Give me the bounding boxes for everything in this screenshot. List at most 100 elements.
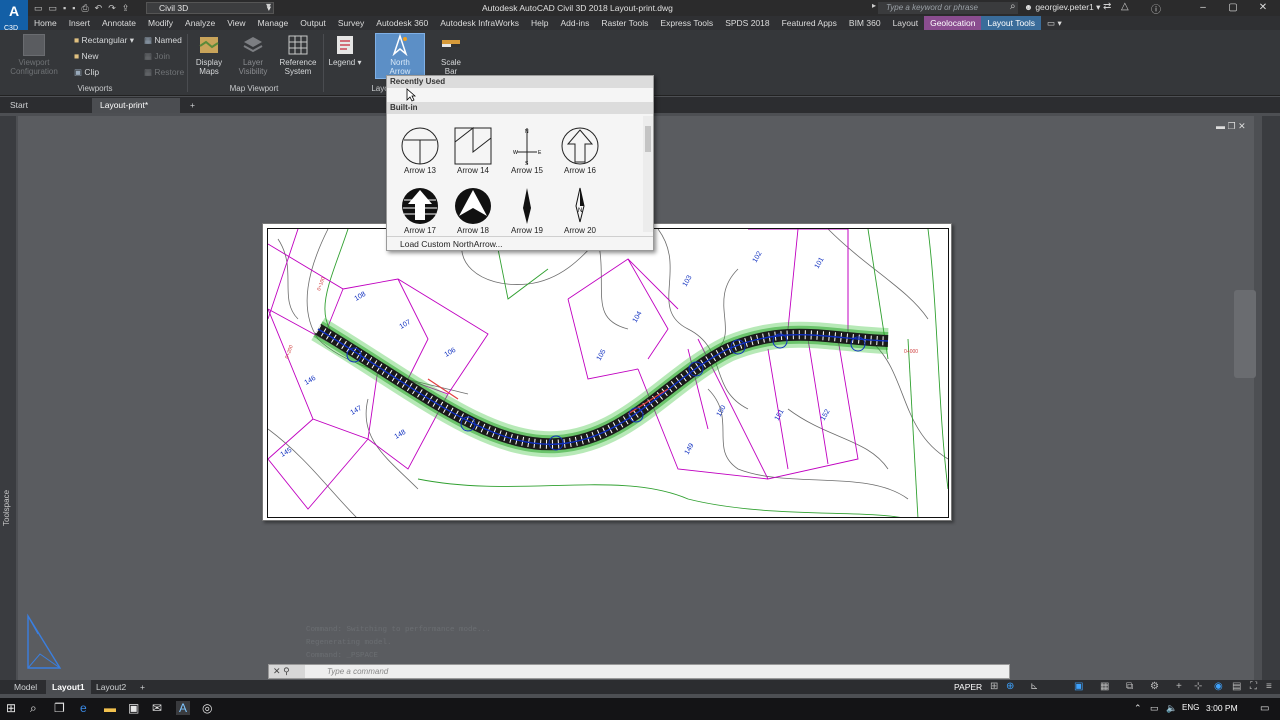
mail-icon[interactable]: ✉ <box>152 701 162 715</box>
tab-layout1[interactable]: Layout1 <box>46 680 91 694</box>
settings-icon[interactable]: ⚙ <box>1150 681 1159 692</box>
share-icon[interactable]: ⇪ <box>122 2 130 14</box>
language-indicator[interactable]: ENG <box>1182 703 1199 712</box>
application-menu-button[interactable]: A C3D <box>0 0 28 32</box>
tab-analyze[interactable]: Analyze <box>179 16 221 30</box>
new-file-icon[interactable]: ▭ <box>34 2 43 14</box>
close-button[interactable]: ✕ <box>1248 0 1278 16</box>
layout-viewport[interactable]: 108 107 106 146 147 148 145 105 104 103 … <box>267 228 949 518</box>
save-icon[interactable]: ▪ <box>63 2 66 14</box>
maximize-button[interactable]: ▢ <box>1218 0 1248 16</box>
tab-layout2[interactable]: Layout2 <box>90 680 132 694</box>
system-clock[interactable]: 3:00 PM <box>1206 703 1238 713</box>
gallery-item-arrow-19[interactable]: Arrow 19 <box>502 186 552 235</box>
restore-viewport-icon[interactable]: ❐ <box>1228 121 1236 131</box>
tab-help[interactable]: Help <box>525 16 554 30</box>
tab-annotate[interactable]: Annotate <box>96 16 142 30</box>
tab-survey[interactable]: Survey <box>332 16 370 30</box>
plus-icon[interactable]: + <box>1176 681 1182 692</box>
redo-icon[interactable]: ↷ <box>108 2 116 14</box>
restore-button[interactable]: ▦ Restore <box>144 67 184 78</box>
edge-icon[interactable]: e <box>80 701 87 715</box>
tab-home[interactable]: Home <box>28 16 63 30</box>
scrollbar-thumb[interactable] <box>645 126 651 152</box>
object-snap-icon[interactable]: ▣ <box>1074 681 1083 692</box>
qat-overflow-icon[interactable]: ▾ <box>266 1 271 12</box>
save-as-icon[interactable]: ▪ <box>72 2 75 14</box>
new-tab-button[interactable]: + <box>182 98 203 113</box>
tab-view[interactable]: View <box>221 16 251 30</box>
hardware-accel-icon[interactable]: ◉ <box>1214 681 1223 692</box>
isolate-icon[interactable]: ⊹ <box>1194 681 1202 692</box>
ortho-icon[interactable]: ⊾ <box>1030 681 1038 692</box>
join-button[interactable]: ▦ Join <box>144 51 170 62</box>
load-custom-north-arrow[interactable]: Load Custom NorthArrow... <box>387 236 653 250</box>
network-icon[interactable]: ▭ <box>1150 703 1159 714</box>
toolspace-palette[interactable]: Toolspace <box>0 116 16 680</box>
fullscreen-icon[interactable]: ⛶ <box>1250 681 1257 692</box>
paper-space-toggle[interactable]: PAPER <box>954 680 982 694</box>
close-viewport-icon[interactable]: ✕ <box>1238 121 1246 131</box>
app-circle-icon[interactable]: ◎ <box>202 701 212 715</box>
ribbon-minimize-icon[interactable]: ▭ ▾ <box>1041 16 1068 30</box>
gallery-item-arrow-20[interactable]: N Arrow 20 <box>555 186 605 235</box>
layer-visibility-button[interactable]: Layer Visibility <box>236 34 270 76</box>
annotation-icon[interactable]: ⧉ <box>1126 681 1133 692</box>
transparency-icon[interactable]: ▦ <box>1100 681 1109 692</box>
tab-geolocation[interactable]: Geolocation <box>924 16 982 30</box>
tab-output[interactable]: Output <box>294 16 332 30</box>
tab-express-tools[interactable]: Express Tools <box>654 16 719 30</box>
undo-icon[interactable]: ↶ <box>95 2 103 14</box>
viewport-configuration-button[interactable]: Viewport Configuration <box>8 34 60 76</box>
workspace-dropdown[interactable]: Civil 3D ▾ <box>146 2 274 14</box>
notifications-icon[interactable]: ▭ <box>1260 703 1269 714</box>
user-account[interactable]: ☻ georgiev.peter1 ▾ <box>1024 2 1100 13</box>
snap-icon[interactable]: ⊕ <box>1006 681 1014 692</box>
tab-start[interactable]: Start <box>2 98 90 113</box>
tab-spds[interactable]: SPDS 2018 <box>719 16 775 30</box>
windows-start-icon[interactable]: ⊞ <box>6 701 16 715</box>
minimize-button[interactable]: – <box>1188 0 1218 16</box>
store-icon[interactable]: ▣ <box>128 701 139 715</box>
open-file-icon[interactable]: ▭ <box>49 2 58 14</box>
volume-icon[interactable]: 🔈 <box>1166 703 1177 714</box>
tab-add-ins[interactable]: Add-ins <box>555 16 596 30</box>
tab-autodesk-360[interactable]: Autodesk 360 <box>370 16 434 30</box>
tab-manage[interactable]: Manage <box>252 16 295 30</box>
legend-button[interactable]: Legend ▾ <box>328 34 362 67</box>
tab-layout[interactable]: Layout <box>887 16 925 30</box>
grid-icon[interactable]: ⊞ <box>990 681 998 692</box>
clean-screen-icon[interactable]: ▤ <box>1232 681 1241 692</box>
rectangular-button[interactable]: ■ Rectangular ▾ <box>74 35 134 46</box>
tab-insert[interactable]: Insert <box>63 16 96 30</box>
gallery-item-arrow-18[interactable]: Arrow 18 <box>448 186 498 235</box>
search-icon[interactable]: ⌕ <box>30 701 37 716</box>
tab-featured-apps[interactable]: Featured Apps <box>776 16 843 30</box>
tab-raster-tools[interactable]: Raster Tools <box>595 16 654 30</box>
tab-modify[interactable]: Modify <box>142 16 179 30</box>
north-arrow-button[interactable]: North Arrow <box>375 33 425 79</box>
gallery-item-arrow-15[interactable]: NWES Arrow 15 <box>502 126 552 175</box>
tab-layout-tools[interactable]: Layout Tools <box>981 16 1042 30</box>
search-input[interactable]: Type a keyword or phrase <box>878 2 1018 14</box>
customize-icon[interactable]: ⚲ <box>283 666 290 676</box>
tab-infraworks[interactable]: Autodesk InfraWorks <box>434 16 525 30</box>
add-layout-button[interactable]: + <box>134 680 151 694</box>
display-maps-button[interactable]: Display Maps <box>192 34 226 76</box>
cart-icon[interactable]: ⇄ <box>1103 1 1111 12</box>
new-viewport-button[interactable]: ■ New <box>74 51 99 61</box>
gallery-item-arrow-16[interactable]: Arrow 16 <box>555 126 605 175</box>
reference-system-button[interactable]: Reference System <box>277 34 319 76</box>
properties-toolbar[interactable] <box>1262 116 1280 680</box>
task-view-icon[interactable]: ❐ <box>54 701 65 715</box>
clip-button[interactable]: ▣ Clip <box>74 67 99 78</box>
alert-icon[interactable]: △ <box>1121 1 1129 12</box>
gallery-item-arrow-14[interactable]: Arrow 14 <box>448 126 498 175</box>
print-icon[interactable]: ⎙ <box>81 2 88 14</box>
tab-bim-360[interactable]: BIM 360 <box>843 16 887 30</box>
navigation-bar[interactable] <box>1234 290 1256 378</box>
autocad-taskbar-icon[interactable]: A <box>176 701 191 715</box>
gallery-scrollbar[interactable] <box>643 116 653 232</box>
menu-icon[interactable]: ≡ <box>1266 681 1272 692</box>
named-viewports-button[interactable]: ▦ Named <box>144 35 182 46</box>
